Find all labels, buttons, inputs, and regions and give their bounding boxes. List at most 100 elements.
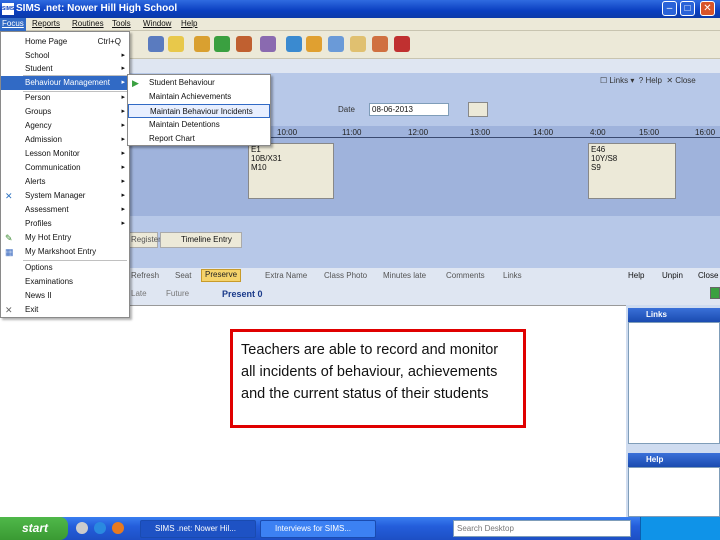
links-pane <box>628 322 720 444</box>
class-photo-button[interactable]: Class Photo <box>324 271 367 280</box>
quicklaunch-icon[interactable] <box>76 522 88 534</box>
future-filter[interactable]: Future <box>166 289 189 298</box>
book-icon[interactable] <box>236 36 252 52</box>
links-button[interactable]: Links <box>609 76 628 85</box>
help-pane <box>628 467 720 517</box>
menu-label: Report Chart <box>149 134 195 143</box>
people-icon[interactable] <box>260 36 276 52</box>
menu-reports[interactable]: Reports <box>32 19 60 28</box>
unpin-button[interactable]: Unpin <box>662 271 683 280</box>
binder-icon[interactable] <box>286 36 302 52</box>
menu-groups[interactable]: Groups ▸ <box>1 105 129 119</box>
sims-app-icon: SIMS <box>2 3 14 15</box>
submenu-maintain-behaviour-incidents[interactable]: Maintain Behaviour Incidents <box>128 104 270 118</box>
comments-button[interactable]: Comments <box>446 271 485 280</box>
menu-student[interactable]: Student ▸ <box>1 62 129 76</box>
menu-home-page[interactable]: Home Page Ctrl+Q <box>1 35 129 49</box>
help-toolbar-button[interactable]: Help <box>628 271 644 280</box>
menu-label: Maintain Detentions <box>149 120 220 129</box>
links-icon[interactable]: ☐ <box>600 76 609 85</box>
menu-my-markshoot-entry[interactable]: ▦ My Markshoot Entry <box>1 245 129 259</box>
minutes-late-button[interactable]: Minutes late <box>383 271 426 280</box>
shortcut-label: Ctrl+Q <box>97 37 121 46</box>
students-icon[interactable] <box>148 36 164 52</box>
folder-icon[interactable] <box>194 36 210 52</box>
notes-icon[interactable] <box>350 36 366 52</box>
links-toolbar-button[interactable]: Links <box>503 271 522 280</box>
menu-behaviour-management[interactable]: Behaviour Management ▸ <box>1 76 129 90</box>
menu-news[interactable]: News II <box>1 289 129 303</box>
submenu-maintain-achievements[interactable]: Maintain Achievements <box>128 90 270 104</box>
taskbar-sims[interactable]: SIMS .net: Nower Hil... <box>140 520 256 538</box>
refresh-button[interactable]: Refresh <box>131 271 159 280</box>
system-tray <box>640 517 720 540</box>
menu-my-hot-entry[interactable]: ✎ My Hot Entry <box>1 231 129 245</box>
close-button[interactable]: Close <box>675 76 695 85</box>
clock-icon[interactable] <box>394 36 410 52</box>
seat-button[interactable]: Seat <box>175 271 191 280</box>
menu-label: Profiles <box>25 219 52 228</box>
tab-timeline-entry[interactable]: Timeline Entry <box>160 232 242 248</box>
menu-school[interactable]: School ▸ <box>1 49 129 63</box>
preserve-button[interactable]: Preserve <box>201 269 242 282</box>
submenu-maintain-detentions[interactable]: Maintain Detentions <box>128 118 270 132</box>
menu-window[interactable]: Window <box>143 19 171 28</box>
menu-focus[interactable]: Focus <box>0 18 26 31</box>
date-label: Date <box>338 105 355 114</box>
menu-communication[interactable]: Communication ▸ <box>1 161 129 175</box>
desktop-search-input[interactable]: Search Desktop <box>453 520 631 537</box>
submenu-arrow-icon: ▸ <box>121 136 125 143</box>
lightbulb-icon[interactable] <box>168 36 184 52</box>
menu-person[interactable]: Person ▸ <box>1 91 129 105</box>
late-filter[interactable]: Late <box>131 289 147 298</box>
menu-system-manager[interactable]: ✕ System Manager ▸ <box>1 189 129 203</box>
calendar-picker-button[interactable] <box>468 102 488 117</box>
taskbar-word[interactable]: Interviews for SIMS... <box>260 520 376 538</box>
minimize-button[interactable]: – <box>662 1 677 16</box>
flag-icon[interactable] <box>214 36 230 52</box>
firefox-icon[interactable] <box>112 522 124 534</box>
export-icon[interactable] <box>710 287 720 299</box>
submenu-student-behaviour[interactable]: ▶ Student Behaviour <box>128 76 270 90</box>
menu-label: Student <box>25 64 53 73</box>
maximize-button[interactable]: □ <box>680 1 695 16</box>
submenu-arrow-icon: ▸ <box>121 108 125 115</box>
help-pane-header[interactable]: Help <box>628 453 720 467</box>
menu-help[interactable]: Help <box>181 19 197 28</box>
links-pane-header[interactable]: Links <box>628 308 720 322</box>
user-icon[interactable] <box>372 36 388 52</box>
period-block[interactable]: E1 10B/X31 M10 <box>248 143 334 199</box>
menu-tools[interactable]: Tools <box>112 19 131 28</box>
close-window-button[interactable]: ✕ <box>700 1 715 16</box>
tab-register[interactable]: Register <box>128 232 161 248</box>
period-block[interactable]: E46 10Y/S8 S9 <box>588 143 676 199</box>
menu-lesson-monitor[interactable]: Lesson Monitor ▸ <box>1 147 129 161</box>
menu-profiles[interactable]: Profiles ▸ <box>1 217 129 231</box>
menu-exit[interactable]: ✕ Exit <box>1 303 129 317</box>
play-icon: ▶ <box>132 78 139 88</box>
start-button[interactable]: start <box>0 517 68 540</box>
submenu-arrow-icon: ▸ <box>121 122 125 129</box>
help-button[interactable]: Help <box>645 76 661 85</box>
menu-alerts[interactable]: Alerts ▸ <box>1 175 129 189</box>
submenu-arrow-icon: ▸ <box>121 65 125 72</box>
calendar-icon[interactable] <box>328 36 344 52</box>
close-icon[interactable]: ✕ <box>666 76 675 85</box>
submenu-arrow-icon: ▸ <box>121 178 125 185</box>
menu-options[interactable]: Options <box>1 261 129 275</box>
report-icon[interactable] <box>306 36 322 52</box>
submenu-report-chart[interactable]: Report Chart <box>128 132 270 146</box>
menu-examinations[interactable]: Examinations <box>1 275 129 289</box>
time-tick: 12:00 <box>408 128 429 137</box>
menu-agency[interactable]: Agency ▸ <box>1 119 129 133</box>
menu-assessment[interactable]: Assessment ▸ <box>1 203 129 217</box>
window-titlebar[interactable]: SIMS SIMS .net: Nower Hill High School –… <box>0 0 720 18</box>
browser-icon[interactable] <box>94 522 106 534</box>
extra-name-button[interactable]: Extra Name <box>265 271 307 280</box>
menu-routines[interactable]: Routines <box>72 19 104 28</box>
close-toolbar-button[interactable]: Close <box>698 271 718 280</box>
submenu-arrow-icon: ▸ <box>121 150 125 157</box>
menu-admission[interactable]: Admission ▸ <box>1 133 129 147</box>
date-field[interactable]: 08-06-2013 <box>369 103 449 116</box>
period-line: 10Y/S8 <box>591 154 618 163</box>
